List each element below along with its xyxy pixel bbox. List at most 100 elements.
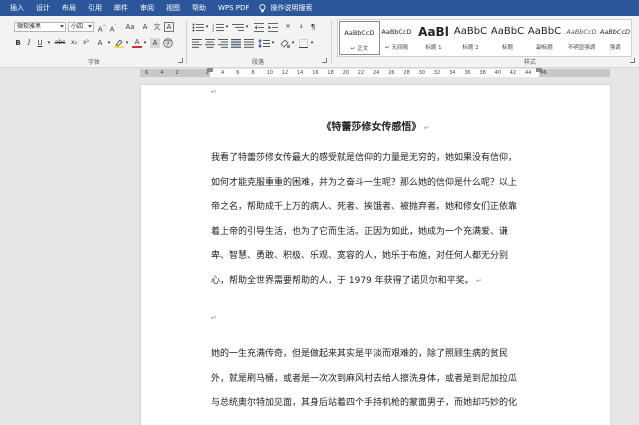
highlight-icon[interactable]	[114, 39, 124, 48]
shrink-font-icon[interactable]: Aˇ	[108, 22, 118, 33]
grow-font-icon[interactable]: A^	[97, 22, 107, 33]
text-line: 我看了特蕾莎修女传最大的感受就是信仰的力量是无穷的，她如果没有信仰，	[211, 153, 518, 163]
align-right-icon[interactable]	[218, 39, 228, 48]
ruler-number: 36	[464, 70, 471, 76]
style-name: 副标题	[536, 45, 553, 51]
line-spacing-icon[interactable]	[258, 39, 270, 48]
style-title[interactable]: AaBbC 标题	[487, 21, 528, 55]
tab-layout[interactable]: 布局	[56, 0, 82, 16]
style-preview: AaBbC	[490, 26, 525, 37]
styles-group-label: 样式	[524, 59, 537, 66]
ruler-number: 10	[266, 70, 273, 76]
tab-design[interactable]: 设计	[30, 0, 56, 16]
tab-insert[interactable]: 插入	[4, 0, 30, 16]
sort-icon[interactable]: ↓	[296, 22, 306, 32]
tell-me-label: 操作说明搜索	[270, 4, 313, 12]
tell-me-search[interactable]: 操作说明搜索	[259, 3, 312, 13]
style-name: 标题 1	[425, 45, 442, 51]
underline-icon[interactable]: U	[36, 38, 44, 48]
ruler-number: 8	[251, 70, 255, 76]
ruler-number: 30	[418, 70, 425, 76]
chevron-down-icon[interactable]: ▾	[205, 22, 209, 32]
strikethrough-icon[interactable]: abc	[54, 38, 66, 48]
style-name: ↵ 无间隔	[385, 45, 408, 51]
ruler-number: 32	[433, 70, 441, 76]
style-name: 标题	[501, 45, 513, 51]
borders-icon[interactable]	[299, 39, 308, 48]
distributed-icon[interactable]	[244, 39, 254, 48]
ruler-number: 18	[327, 70, 334, 76]
font-dialog-launcher-icon[interactable]	[178, 58, 183, 63]
body-paragraph-1[interactable]: 我看了特蕾莎修女传最大的感受就是信仰的力量是无穷的，她如果没有信仰， 如何才能克…	[211, 146, 541, 293]
shading-icon[interactable]	[280, 39, 290, 48]
paragraph-mark: ↵	[211, 314, 217, 322]
ruler-number: 14	[297, 70, 304, 76]
bullets-icon[interactable]	[192, 23, 204, 32]
body-paragraph-2[interactable]: 她的一生充满传奇，但是做起来其实是平淡而艰难的，除了照顾生病的贫民 外，就是刷马…	[211, 342, 541, 416]
styles-dialog-launcher-icon[interactable]	[630, 58, 635, 63]
subscript-icon[interactable]: x₂	[69, 38, 79, 48]
chinese-layout-icon[interactable]: ✕	[282, 22, 294, 32]
multilevel-list-icon[interactable]	[232, 23, 244, 32]
tab-mailings[interactable]: 邮件	[108, 0, 134, 16]
chevron-down-icon[interactable]: ▾	[225, 22, 229, 32]
chevron-down-icon[interactable]: ▾	[143, 38, 147, 48]
style-normal[interactable]: AaBbCcD ↵ 正文	[339, 21, 380, 55]
char-border-icon[interactable]: A	[164, 22, 174, 32]
chevron-down-icon[interactable]: ▾	[125, 38, 129, 48]
style-preview: AaBbC	[527, 26, 562, 37]
increase-indent-icon[interactable]	[268, 23, 278, 32]
horizontal-ruler[interactable]: 6 4 2 2 4 6 8 10 12 14 16 18 20 22 24 26 28 30 32 34 36 38 40 4…	[0, 68, 639, 78]
ruler-number: 6	[236, 70, 240, 76]
tab-review[interactable]: 审阅	[134, 0, 160, 16]
change-case-icon[interactable]: Aa	[122, 22, 138, 32]
document-title: 《特蕾莎修女传感悟》 ↵	[321, 122, 430, 133]
chevron-down-icon[interactable]: ▾	[310, 38, 314, 48]
numbering-icon[interactable]: 1 2 3	[212, 23, 224, 32]
text-effects-icon[interactable]: A	[95, 38, 105, 48]
chevron-down-icon[interactable]: ▾	[271, 38, 275, 48]
tab-help[interactable]: 帮助	[186, 0, 212, 16]
ruler-number: 38	[479, 70, 486, 76]
left-indent-marker[interactable]	[207, 68, 213, 72]
justify-icon[interactable]	[231, 39, 241, 48]
bold-icon[interactable]: B	[14, 38, 22, 48]
style-subtle-emphasis[interactable]: AaBbCcD 不明显强调	[561, 21, 602, 55]
font-color-icon[interactable]: A	[132, 38, 142, 48]
enclose-char-icon[interactable]: 字	[163, 38, 173, 48]
style-preview: AaBbCcD	[599, 28, 631, 36]
clear-format-icon[interactable]: A	[140, 22, 150, 32]
align-center-icon[interactable]	[205, 39, 215, 48]
chevron-down-icon[interactable]: ▾	[107, 38, 111, 48]
ribbon-tab-bar: 插入 设计 布局 引用 邮件 审阅 视图 帮助 WPS PDF 操作说明搜索	[0, 0, 639, 16]
tab-view[interactable]: 视图	[160, 0, 186, 16]
document-page[interactable]: ↵ 《特蕾莎修女传感悟》 ↵ 我看了特蕾莎修女传最大的感受就是信仰的力量是无穷的…	[141, 85, 610, 425]
decrease-indent-icon[interactable]	[254, 23, 264, 32]
style-emphasis[interactable]: AaBbCcD 强调	[598, 21, 632, 55]
align-left-icon[interactable]	[192, 39, 202, 48]
char-shading-icon[interactable]: A	[150, 38, 160, 48]
italic-icon[interactable]: I	[25, 38, 33, 48]
style-preview: AaBbCcD	[381, 28, 412, 36]
superscript-icon[interactable]: x²	[81, 38, 91, 48]
show-marks-icon[interactable]: ¶	[308, 22, 318, 32]
ruler-number: 16	[312, 70, 319, 76]
style-subtitle[interactable]: AaBbC 副标题	[524, 21, 565, 55]
tab-wps-pdf[interactable]: WPS PDF	[212, 0, 255, 16]
font-size-combo[interactable]: 小四	[68, 22, 94, 32]
chevron-down-icon[interactable]: ▾	[291, 38, 295, 48]
style-heading-1[interactable]: AaBl 标题 1	[413, 21, 454, 55]
ruler-number: 24	[373, 70, 380, 76]
style-heading-2[interactable]: AaBbC 标题 2	[450, 21, 491, 55]
font-name-combo[interactable]: 微软雅黑	[14, 22, 66, 32]
paragraph-dialog-launcher-icon[interactable]	[322, 58, 327, 63]
chevron-down-icon[interactable]: ▾	[47, 38, 51, 48]
right-indent-marker[interactable]	[536, 68, 542, 72]
tab-references[interactable]: 引用	[82, 0, 108, 16]
style-no-spacing[interactable]: AaBbCcD ↵ 无间隔	[376, 21, 417, 55]
ruler-number: 22	[357, 70, 365, 76]
phonetic-guide-icon[interactable]: 文	[152, 22, 162, 32]
text-line: 帝之名，帮助成千上万的病人、死者、挨饿者、被抛弃者。她和修女们正依靠	[211, 202, 518, 212]
font-size-value: 小四	[71, 23, 84, 30]
chevron-down-icon[interactable]: ▾	[245, 22, 249, 32]
